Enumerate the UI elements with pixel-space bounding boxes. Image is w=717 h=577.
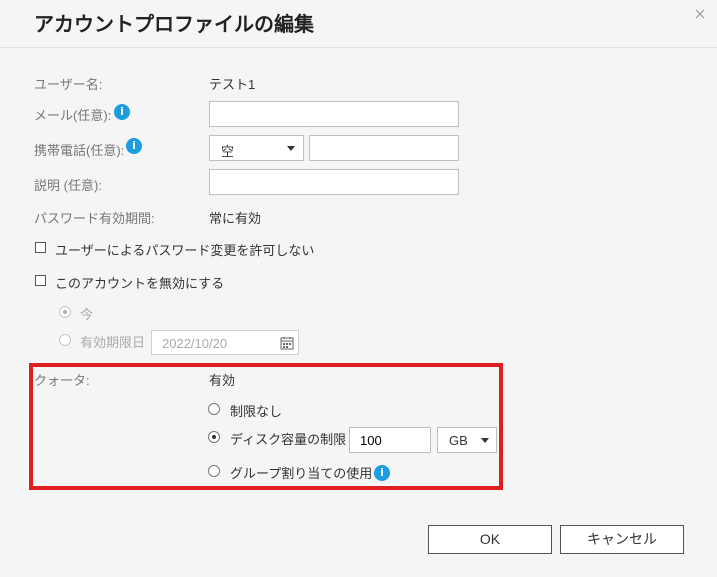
header-divider bbox=[0, 47, 717, 48]
expiry-date-field[interactable]: 2022/10/20 bbox=[151, 330, 299, 355]
info-icon[interactable]: i bbox=[126, 138, 142, 154]
expiry-date-value: 2022/10/20 bbox=[162, 336, 228, 351]
quota-disk-limit-label: ディスク容量の制限 bbox=[230, 432, 347, 447]
disable-account-checkbox[interactable] bbox=[35, 275, 46, 286]
quota-status: 有効 bbox=[209, 373, 236, 388]
cancel-button[interactable]: キャンセル bbox=[560, 525, 684, 554]
disallow-password-change-checkbox[interactable] bbox=[35, 242, 46, 253]
phone-label: 携帯電話(任意): bbox=[34, 143, 125, 158]
quota-label: クォータ: bbox=[34, 373, 90, 388]
now-radio[interactable] bbox=[59, 306, 71, 318]
username-label: ユーザー名: bbox=[34, 77, 103, 92]
calendar-icon[interactable] bbox=[280, 336, 294, 353]
chevron-down-icon bbox=[481, 438, 489, 443]
description-label: 説明 (任意): bbox=[34, 178, 102, 193]
disable-account-label: このアカウントを無効にする bbox=[55, 276, 225, 291]
phone-field[interactable] bbox=[309, 135, 459, 161]
disk-limit-unit-select[interactable]: GB bbox=[437, 427, 497, 453]
ok-button[interactable]: OK bbox=[428, 525, 552, 554]
email-field[interactable] bbox=[209, 101, 459, 127]
quota-disk-limit-radio[interactable] bbox=[208, 431, 220, 443]
chevron-down-icon bbox=[287, 146, 295, 151]
username-value: テスト1 bbox=[209, 77, 256, 92]
quota-group-radio[interactable] bbox=[208, 465, 220, 477]
expiry-date-label: 有効期限日 bbox=[80, 335, 146, 350]
info-icon[interactable]: i bbox=[374, 465, 390, 481]
quota-unlimited-radio[interactable] bbox=[208, 403, 220, 415]
now-label: 今 bbox=[80, 307, 94, 322]
description-field[interactable] bbox=[209, 169, 459, 195]
password-expiry-value: 常に有効 bbox=[209, 211, 262, 226]
quota-unlimited-label: 制限なし bbox=[230, 404, 283, 419]
info-icon[interactable]: i bbox=[114, 104, 130, 120]
close-icon[interactable] bbox=[692, 6, 708, 22]
disallow-password-change-label: ユーザーによるパスワード変更を許可しない bbox=[55, 243, 315, 258]
disk-limit-unit-value: GB bbox=[449, 433, 468, 448]
dialog-title: アカウントプロファイルの編集 bbox=[34, 12, 314, 36]
expiry-date-radio[interactable] bbox=[59, 334, 71, 346]
disk-limit-input[interactable] bbox=[349, 427, 431, 453]
phone-country-value: 空 bbox=[221, 144, 235, 159]
email-label: メール(任意): bbox=[34, 108, 112, 123]
phone-country-select[interactable]: 空 bbox=[209, 135, 304, 161]
quota-group-label: グループ割り当ての使用 bbox=[230, 466, 373, 481]
password-expiry-label: パスワード有効期間: bbox=[34, 211, 155, 226]
